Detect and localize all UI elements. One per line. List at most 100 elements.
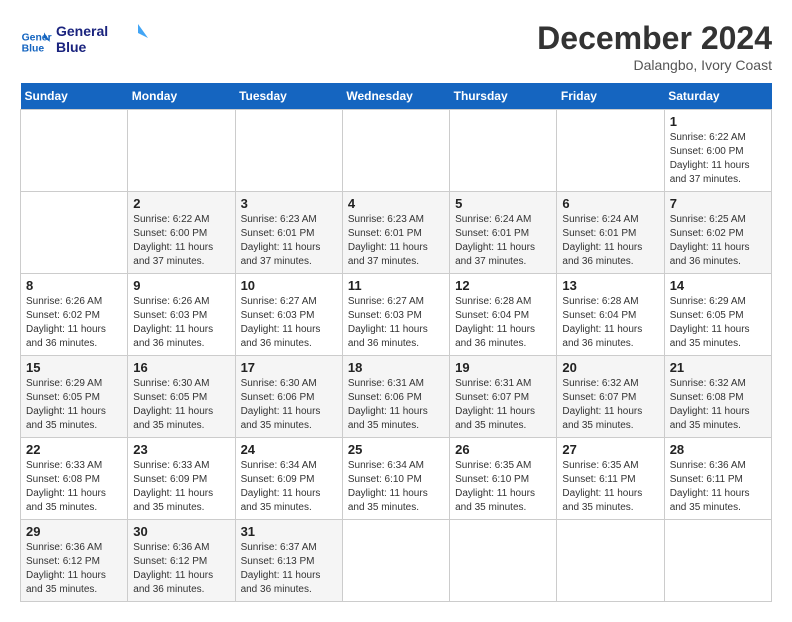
calendar-cell bbox=[21, 192, 128, 274]
calendar-cell: 26 Sunrise: 6:35 AM Sunset: 6:10 PM Dayli… bbox=[450, 438, 557, 520]
calendar-cell: 1 Sunrise: 6:22 AM Sunset: 6:00 PM Daylig… bbox=[664, 110, 771, 192]
calendar-cell bbox=[557, 520, 664, 602]
calendar-cell: 18 Sunrise: 6:31 AM Sunset: 6:06 PM Dayli… bbox=[342, 356, 449, 438]
day-detail: Sunrise: 6:32 AM Sunset: 6:07 PM Dayligh… bbox=[562, 377, 658, 433]
calendar-cell bbox=[450, 520, 557, 602]
day-detail: Sunrise: 6:22 AM Sunset: 6:00 PM Dayligh… bbox=[670, 131, 766, 187]
day-number: 9 bbox=[133, 278, 229, 293]
day-header-wednesday: Wednesday bbox=[342, 83, 449, 110]
day-number: 1 bbox=[670, 114, 766, 129]
day-number: 2 bbox=[133, 196, 229, 211]
calendar-cell: 31 Sunrise: 6:37 AM Sunset: 6:13 PM Dayli… bbox=[235, 520, 342, 602]
day-number: 25 bbox=[348, 442, 444, 457]
day-detail: Sunrise: 6:29 AM Sunset: 6:05 PM Dayligh… bbox=[26, 377, 122, 433]
title-section: December 2024 Dalangbo, Ivory Coast bbox=[537, 20, 772, 73]
calendar-cell bbox=[235, 110, 342, 192]
calendar-cell: 27Sunrise: 6:35 AM Sunset: 6:11 PM Dayli… bbox=[557, 438, 664, 520]
calendar-cell: 23 Sunrise: 6:33 AM Sunset: 6:09 PM Dayli… bbox=[128, 438, 235, 520]
week-row-6: 29Sunrise: 6:36 AM Sunset: 6:12 PM Dayli… bbox=[21, 520, 772, 602]
day-detail: Sunrise: 6:31 AM Sunset: 6:06 PM Dayligh… bbox=[348, 377, 444, 433]
calendar-cell bbox=[342, 520, 449, 602]
day-detail: Sunrise: 6:33 AM Sunset: 6:08 PM Dayligh… bbox=[26, 459, 122, 515]
day-number: 8 bbox=[26, 278, 122, 293]
calendar-cell: 3 Sunrise: 6:23 AM Sunset: 6:01 PM Daylig… bbox=[235, 192, 342, 274]
svg-text:Blue: Blue bbox=[56, 39, 87, 55]
day-header-monday: Monday bbox=[128, 83, 235, 110]
calendar-cell: 11Sunrise: 6:27 AM Sunset: 6:03 PM Dayli… bbox=[342, 274, 449, 356]
calendar-cell bbox=[21, 110, 128, 192]
calendar-cell: 7 Sunrise: 6:25 AM Sunset: 6:02 PM Daylig… bbox=[664, 192, 771, 274]
day-detail: Sunrise: 6:26 AM Sunset: 6:03 PM Dayligh… bbox=[133, 295, 229, 351]
day-detail: Sunrise: 6:31 AM Sunset: 6:07 PM Dayligh… bbox=[455, 377, 551, 433]
svg-text:Blue: Blue bbox=[22, 43, 45, 54]
day-number: 7 bbox=[670, 196, 766, 211]
calendar-cell: 25 Sunrise: 6:34 AM Sunset: 6:10 PM Dayli… bbox=[342, 438, 449, 520]
calendar-cell: 13Sunrise: 6:28 AM Sunset: 6:04 PM Dayli… bbox=[557, 274, 664, 356]
calendar-cell: 30Sunrise: 6:36 AM Sunset: 6:12 PM Dayli… bbox=[128, 520, 235, 602]
day-number: 5 bbox=[455, 196, 551, 211]
calendar-cell: 5 Sunrise: 6:24 AM Sunset: 6:01 PM Daylig… bbox=[450, 192, 557, 274]
calendar-cell: 14 Sunrise: 6:29 AM Sunset: 6:05 PM Dayli… bbox=[664, 274, 771, 356]
day-number: 21 bbox=[670, 360, 766, 375]
day-number: 27 bbox=[562, 442, 658, 457]
calendar-table: SundayMondayTuesdayWednesdayThursdayFrid… bbox=[20, 83, 772, 602]
calendar-cell: 28 Sunrise: 6:36 AM Sunset: 6:11 PM Dayli… bbox=[664, 438, 771, 520]
day-header-saturday: Saturday bbox=[664, 83, 771, 110]
logo-svg: General Blue bbox=[56, 20, 151, 58]
day-number: 11 bbox=[348, 278, 444, 293]
day-number: 13 bbox=[562, 278, 658, 293]
calendar-cell: 24Sunrise: 6:34 AM Sunset: 6:09 PM Dayli… bbox=[235, 438, 342, 520]
calendar-cell: 12Sunrise: 6:28 AM Sunset: 6:04 PM Dayli… bbox=[450, 274, 557, 356]
day-detail: Sunrise: 6:23 AM Sunset: 6:01 PM Dayligh… bbox=[348, 213, 444, 269]
day-header-thursday: Thursday bbox=[450, 83, 557, 110]
day-detail: Sunrise: 6:29 AM Sunset: 6:05 PM Dayligh… bbox=[670, 295, 766, 351]
calendar-cell bbox=[664, 520, 771, 602]
calendar-cell: 16Sunrise: 6:30 AM Sunset: 6:05 PM Dayli… bbox=[128, 356, 235, 438]
day-detail: Sunrise: 6:36 AM Sunset: 6:11 PM Dayligh… bbox=[670, 459, 766, 515]
day-number: 31 bbox=[241, 524, 337, 539]
day-number: 18 bbox=[348, 360, 444, 375]
calendar-cell: 19Sunrise: 6:31 AM Sunset: 6:07 PM Dayli… bbox=[450, 356, 557, 438]
day-number: 17 bbox=[241, 360, 337, 375]
day-number: 20 bbox=[562, 360, 658, 375]
day-detail: Sunrise: 6:24 AM Sunset: 6:01 PM Dayligh… bbox=[455, 213, 551, 269]
day-header-friday: Friday bbox=[557, 83, 664, 110]
calendar-cell: 20 Sunrise: 6:32 AM Sunset: 6:07 PM Dayli… bbox=[557, 356, 664, 438]
day-number: 15 bbox=[26, 360, 122, 375]
day-detail: Sunrise: 6:24 AM Sunset: 6:01 PM Dayligh… bbox=[562, 213, 658, 269]
day-number: 26 bbox=[455, 442, 551, 457]
week-row-5: 22Sunrise: 6:33 AM Sunset: 6:08 PM Dayli… bbox=[21, 438, 772, 520]
calendar-cell: 17Sunrise: 6:30 AM Sunset: 6:06 PM Dayli… bbox=[235, 356, 342, 438]
calendar-cell bbox=[342, 110, 449, 192]
day-detail: Sunrise: 6:33 AM Sunset: 6:09 PM Dayligh… bbox=[133, 459, 229, 515]
day-detail: Sunrise: 6:23 AM Sunset: 6:01 PM Dayligh… bbox=[241, 213, 337, 269]
week-row-4: 15 Sunrise: 6:29 AM Sunset: 6:05 PM Dayli… bbox=[21, 356, 772, 438]
day-detail: Sunrise: 6:36 AM Sunset: 6:12 PM Dayligh… bbox=[133, 541, 229, 597]
day-number: 3 bbox=[241, 196, 337, 211]
calendar-cell: 15 Sunrise: 6:29 AM Sunset: 6:05 PM Dayli… bbox=[21, 356, 128, 438]
day-number: 14 bbox=[670, 278, 766, 293]
calendar-cell: 8Sunrise: 6:26 AM Sunset: 6:02 PM Daylig… bbox=[21, 274, 128, 356]
calendar-cell: 10 Sunrise: 6:27 AM Sunset: 6:03 PM Dayli… bbox=[235, 274, 342, 356]
day-number: 10 bbox=[241, 278, 337, 293]
calendar-cell bbox=[128, 110, 235, 192]
day-detail: Sunrise: 6:36 AM Sunset: 6:12 PM Dayligh… bbox=[26, 541, 122, 597]
page-header: General Blue General Blue December 2024 … bbox=[20, 20, 772, 73]
day-header-sunday: Sunday bbox=[21, 83, 128, 110]
calendar-cell: 22Sunrise: 6:33 AM Sunset: 6:08 PM Dayli… bbox=[21, 438, 128, 520]
calendar-cell: 4Sunrise: 6:23 AM Sunset: 6:01 PM Daylig… bbox=[342, 192, 449, 274]
day-detail: Sunrise: 6:35 AM Sunset: 6:10 PM Dayligh… bbox=[455, 459, 551, 515]
day-detail: Sunrise: 6:27 AM Sunset: 6:03 PM Dayligh… bbox=[241, 295, 337, 351]
day-number: 28 bbox=[670, 442, 766, 457]
calendar-cell: 2 Sunrise: 6:22 AM Sunset: 6:00 PM Daylig… bbox=[128, 192, 235, 274]
calendar-cell: 6Sunrise: 6:24 AM Sunset: 6:01 PM Daylig… bbox=[557, 192, 664, 274]
day-detail: Sunrise: 6:25 AM Sunset: 6:02 PM Dayligh… bbox=[670, 213, 766, 269]
header-row: SundayMondayTuesdayWednesdayThursdayFrid… bbox=[21, 83, 772, 110]
day-detail: Sunrise: 6:34 AM Sunset: 6:10 PM Dayligh… bbox=[348, 459, 444, 515]
day-detail: Sunrise: 6:22 AM Sunset: 6:00 PM Dayligh… bbox=[133, 213, 229, 269]
day-number: 24 bbox=[241, 442, 337, 457]
day-detail: Sunrise: 6:37 AM Sunset: 6:13 PM Dayligh… bbox=[241, 541, 337, 597]
week-row-2: 2 Sunrise: 6:22 AM Sunset: 6:00 PM Daylig… bbox=[21, 192, 772, 274]
logo-icon: General Blue bbox=[20, 26, 52, 58]
day-number: 23 bbox=[133, 442, 229, 457]
